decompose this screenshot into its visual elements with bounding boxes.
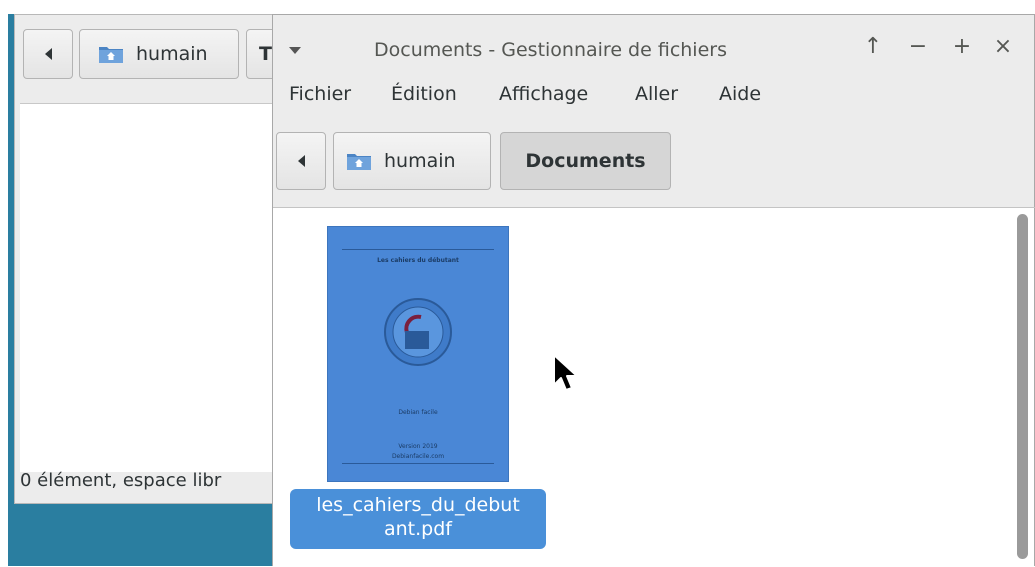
crumb-documents[interactable]: Documents [500, 132, 671, 190]
file-view[interactable]: Les cahiers du débutant Debian facile Ve… [273, 208, 1034, 567]
crumb-label: humain [384, 150, 456, 172]
maximize-icon[interactable]: + [950, 33, 974, 61]
crumb-humain[interactable]: humain [333, 132, 491, 190]
thumb-footer-1: Version 2019 [398, 443, 438, 450]
bg-back-button[interactable] [23, 29, 73, 79]
debian-swirl-icon [384, 298, 452, 366]
crumb-label: Documents [525, 150, 646, 172]
scrollbar-thumb[interactable] [1017, 214, 1028, 559]
window-menu-icon[interactable] [289, 47, 301, 54]
crumb-label: humain [136, 43, 208, 65]
menu-affichage[interactable]: Affichage [499, 83, 588, 105]
pdf-thumbnail[interactable]: Les cahiers du débutant Debian facile Ve… [327, 226, 509, 482]
location-toolbar: humain Documents [273, 115, 1035, 208]
file-manager-window[interactable]: Documents - Gestionnaire de fichiers ↑ −… [272, 14, 1035, 567]
menu-aide[interactable]: Aide [719, 83, 761, 105]
menubar: Fichier Édition Affichage Aller Aide [273, 79, 1035, 113]
back-arrow-icon [297, 155, 305, 167]
thumb-title: Les cahiers du débutant [377, 257, 459, 264]
file-name-label[interactable]: les_cahiers_du_debut ant.pdf [290, 489, 546, 549]
thumb-author: Debian facile [398, 409, 438, 416]
menu-aller[interactable]: Aller [635, 83, 678, 105]
maximize-up-icon[interactable]: ↑ [861, 33, 885, 61]
desktop-edge [0, 0, 8, 566]
thumb-rule [342, 463, 494, 464]
file-name-line-2: ant.pdf [384, 518, 452, 540]
status-bar-text: 0 élément, espace libr [20, 470, 222, 491]
back-button[interactable] [276, 132, 326, 190]
minimize-icon[interactable]: − [906, 33, 930, 61]
home-folder-icon [347, 154, 371, 170]
mouse-pointer-icon [553, 354, 578, 391]
titlebar[interactable]: Documents - Gestionnaire de fichiers ↑ −… [273, 15, 1035, 79]
scrollbar[interactable] [1012, 208, 1034, 567]
home-folder-icon [99, 47, 123, 63]
file-name-line-1: les_cahiers_du_debut [316, 494, 520, 516]
thumb-rule [342, 249, 494, 250]
crumb-label: T [259, 43, 272, 65]
close-icon[interactable]: × [991, 33, 1015, 61]
window-title: Documents - Gestionnaire de fichiers [374, 39, 727, 61]
menu-fichier[interactable]: Fichier [289, 83, 351, 105]
thumb-footer-2: Debianfacile.com [391, 453, 445, 460]
menu-edition[interactable]: Édition [391, 83, 457, 105]
back-arrow-icon [44, 48, 52, 60]
bg-crumb-humain[interactable]: humain [79, 29, 239, 79]
